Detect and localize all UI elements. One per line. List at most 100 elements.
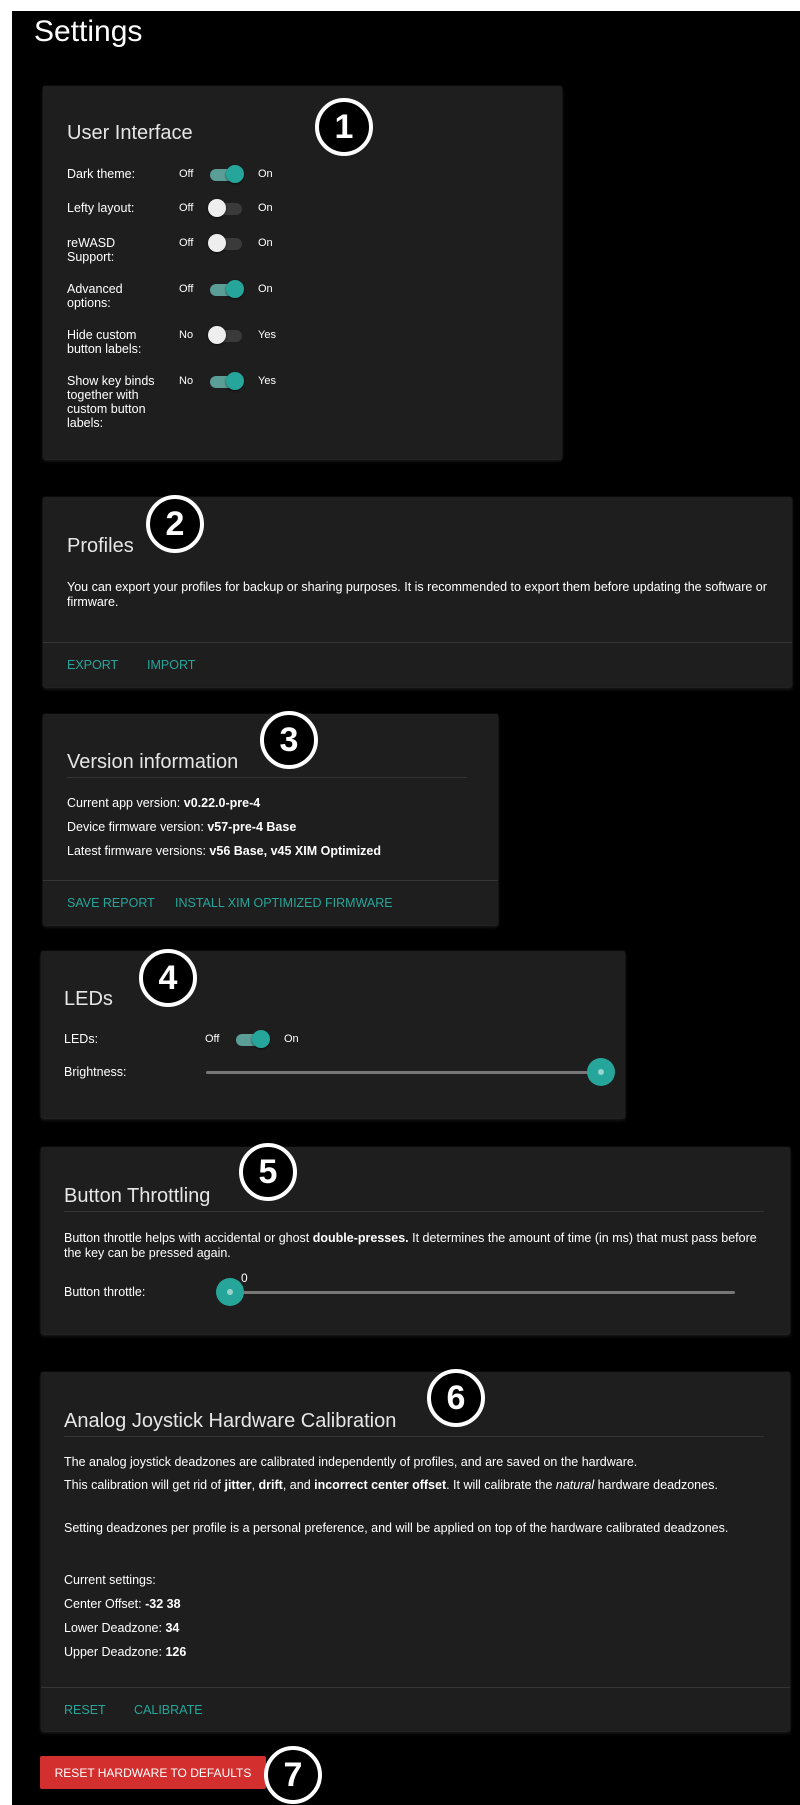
leds-card: LEDs LEDs: Off On Brightness: bbox=[41, 951, 625, 1118]
emphasis: natural bbox=[555, 1478, 595, 1492]
show-key-binds-toggle[interactable] bbox=[208, 372, 244, 390]
divider bbox=[43, 880, 498, 881]
option-on-label: On bbox=[258, 237, 273, 249]
option-off-label: Off bbox=[179, 202, 194, 214]
device-firmware-label: Device firmware version: bbox=[67, 820, 204, 834]
option-on-label: On bbox=[258, 202, 273, 214]
emphasis: jitter bbox=[224, 1478, 252, 1492]
install-xim-firmware-button[interactable]: Install XIM optimized firmware bbox=[175, 896, 393, 910]
latest-firmware-value: v56 Base, v45 XIM Optimized bbox=[209, 844, 382, 858]
option-off-label: Off bbox=[179, 237, 194, 249]
brightness-slider-rail[interactable] bbox=[206, 1071, 601, 1074]
description-emphasis: double-presses. bbox=[312, 1231, 409, 1245]
upper-deadzone-row: Upper Deadzone: 126 bbox=[64, 1645, 186, 1660]
throttle-description: Button throttle helps with accidental or… bbox=[64, 1231, 764, 1261]
callout-badge-7: 7 bbox=[264, 1746, 322, 1804]
title-underline bbox=[67, 777, 467, 778]
throttle-slider-rail[interactable] bbox=[230, 1291, 735, 1294]
description-text: Button throttle helps with accidental or… bbox=[64, 1231, 313, 1245]
callout-badge-2: 2 bbox=[146, 495, 204, 553]
card-title: Version information bbox=[67, 751, 239, 773]
title-underline bbox=[64, 1211, 764, 1212]
text: , and bbox=[282, 1478, 315, 1492]
hide-custom-labels-toggle[interactable] bbox=[208, 326, 244, 344]
option-off-label: Off bbox=[205, 1033, 220, 1045]
page-title: Settings bbox=[34, 15, 143, 48]
calibrate-button[interactable]: Calibrate bbox=[134, 1703, 203, 1717]
rewasd-support-toggle[interactable] bbox=[208, 234, 244, 252]
center-offset-value: -32 38 bbox=[145, 1597, 181, 1611]
setting-label: Advanced options: bbox=[67, 282, 123, 310]
upper-deadzone-value: 126 bbox=[165, 1645, 187, 1659]
device-firmware-row: Device firmware version: v57-pre-4 Base bbox=[67, 820, 296, 835]
card-title: User Interface bbox=[67, 122, 193, 144]
center-offset-label: Center Offset: bbox=[64, 1597, 142, 1611]
setting-label: Hide custom button labels: bbox=[67, 328, 142, 356]
option-off-label: Off bbox=[179, 168, 194, 180]
throttle-slider-thumb[interactable] bbox=[216, 1278, 244, 1306]
settings-page: Settings User Interface Dark theme: Off … bbox=[12, 11, 800, 1805]
user-interface-card: User Interface Dark theme: Off On Lefty … bbox=[43, 86, 562, 459]
option-off-label: No bbox=[179, 329, 194, 341]
brightness-slider-thumb[interactable] bbox=[587, 1058, 615, 1086]
leds-label: LEDs: bbox=[64, 1032, 99, 1046]
text: hardware deadzones. bbox=[594, 1478, 718, 1492]
emphasis: drift bbox=[258, 1478, 283, 1492]
option-off-label: Off bbox=[179, 283, 194, 295]
center-offset-row: Center Offset: -32 38 bbox=[64, 1597, 181, 1612]
card-title: Profiles bbox=[67, 535, 134, 557]
calibration-paragraph-1: The analog joystick deadzones are calibr… bbox=[64, 1455, 638, 1469]
callout-badge-1: 1 bbox=[315, 98, 373, 156]
divider bbox=[41, 1687, 790, 1688]
card-title: LEDs bbox=[64, 988, 113, 1010]
upper-deadzone-label: Upper Deadzone: bbox=[64, 1645, 162, 1659]
setting-label: Lefty layout: bbox=[67, 201, 135, 215]
callout-badge-6: 6 bbox=[427, 1369, 485, 1427]
lower-deadzone-value: 34 bbox=[165, 1621, 180, 1635]
card-title: Analog Joystick Hardware Calibration bbox=[64, 1410, 397, 1432]
latest-firmware-row: Latest firmware versions: v56 Base, v45 … bbox=[67, 844, 381, 859]
advanced-options-toggle[interactable] bbox=[208, 280, 244, 298]
import-button[interactable]: Import bbox=[147, 658, 195, 672]
device-firmware-value: v57-pre-4 Base bbox=[207, 820, 297, 834]
app-version-value: v0.22.0-pre-4 bbox=[183, 796, 261, 810]
lefty-layout-toggle[interactable] bbox=[208, 199, 244, 217]
setting-label: Show key binds together with custom butt… bbox=[67, 374, 155, 430]
calibration-paragraph-3: Setting deadzones per profile is a perso… bbox=[64, 1521, 729, 1535]
callout-badge-3: 3 bbox=[260, 711, 318, 769]
text: , bbox=[251, 1478, 259, 1492]
button-throttling-card: Button Throttling Button throttle helps … bbox=[41, 1147, 790, 1334]
card-title: Button Throttling bbox=[64, 1185, 211, 1207]
option-on-label: On bbox=[258, 168, 273, 180]
option-off-label: No bbox=[179, 375, 194, 387]
callout-badge-4: 4 bbox=[139, 949, 197, 1007]
throttle-label: Button throttle: bbox=[64, 1285, 146, 1299]
current-settings-label: Current settings: bbox=[64, 1573, 156, 1587]
latest-firmware-label: Latest firmware versions: bbox=[67, 844, 206, 858]
brightness-label: Brightness: bbox=[64, 1065, 127, 1079]
setting-label: Dark theme: bbox=[67, 167, 136, 181]
leds-toggle[interactable] bbox=[234, 1030, 270, 1048]
divider bbox=[43, 642, 792, 643]
export-button[interactable]: Export bbox=[67, 658, 118, 672]
option-on-label: Yes bbox=[258, 375, 276, 387]
calibration-paragraph-2: This calibration will get rid of jitter,… bbox=[64, 1478, 764, 1493]
throttle-value-label: 0 bbox=[241, 1271, 248, 1285]
lower-deadzone-label: Lower Deadzone: bbox=[64, 1621, 162, 1635]
emphasis: incorrect center offset bbox=[314, 1478, 447, 1492]
title-underline bbox=[64, 1436, 764, 1437]
app-version-row: Current app version: v0.22.0-pre-4 bbox=[67, 796, 260, 811]
profiles-description: You can export your profiles for backup … bbox=[67, 580, 767, 609]
text: This calibration will get rid of bbox=[64, 1478, 225, 1492]
reset-calibration-button[interactable]: Reset bbox=[64, 1703, 106, 1717]
joystick-calibration-card: Analog Joystick Hardware Calibration The… bbox=[41, 1372, 790, 1731]
lower-deadzone-row: Lower Deadzone: 34 bbox=[64, 1621, 179, 1636]
save-report-button[interactable]: Save report bbox=[67, 896, 155, 910]
option-on-label: Yes bbox=[258, 329, 276, 341]
reset-hardware-button[interactable]: Reset hardware to defaults bbox=[40, 1756, 266, 1789]
option-on-label: On bbox=[284, 1033, 299, 1045]
dark-theme-toggle[interactable] bbox=[208, 165, 244, 183]
text: . It will calibrate the bbox=[446, 1478, 556, 1492]
setting-label: reWASD Support: bbox=[67, 236, 116, 264]
callout-badge-5: 5 bbox=[239, 1143, 297, 1201]
